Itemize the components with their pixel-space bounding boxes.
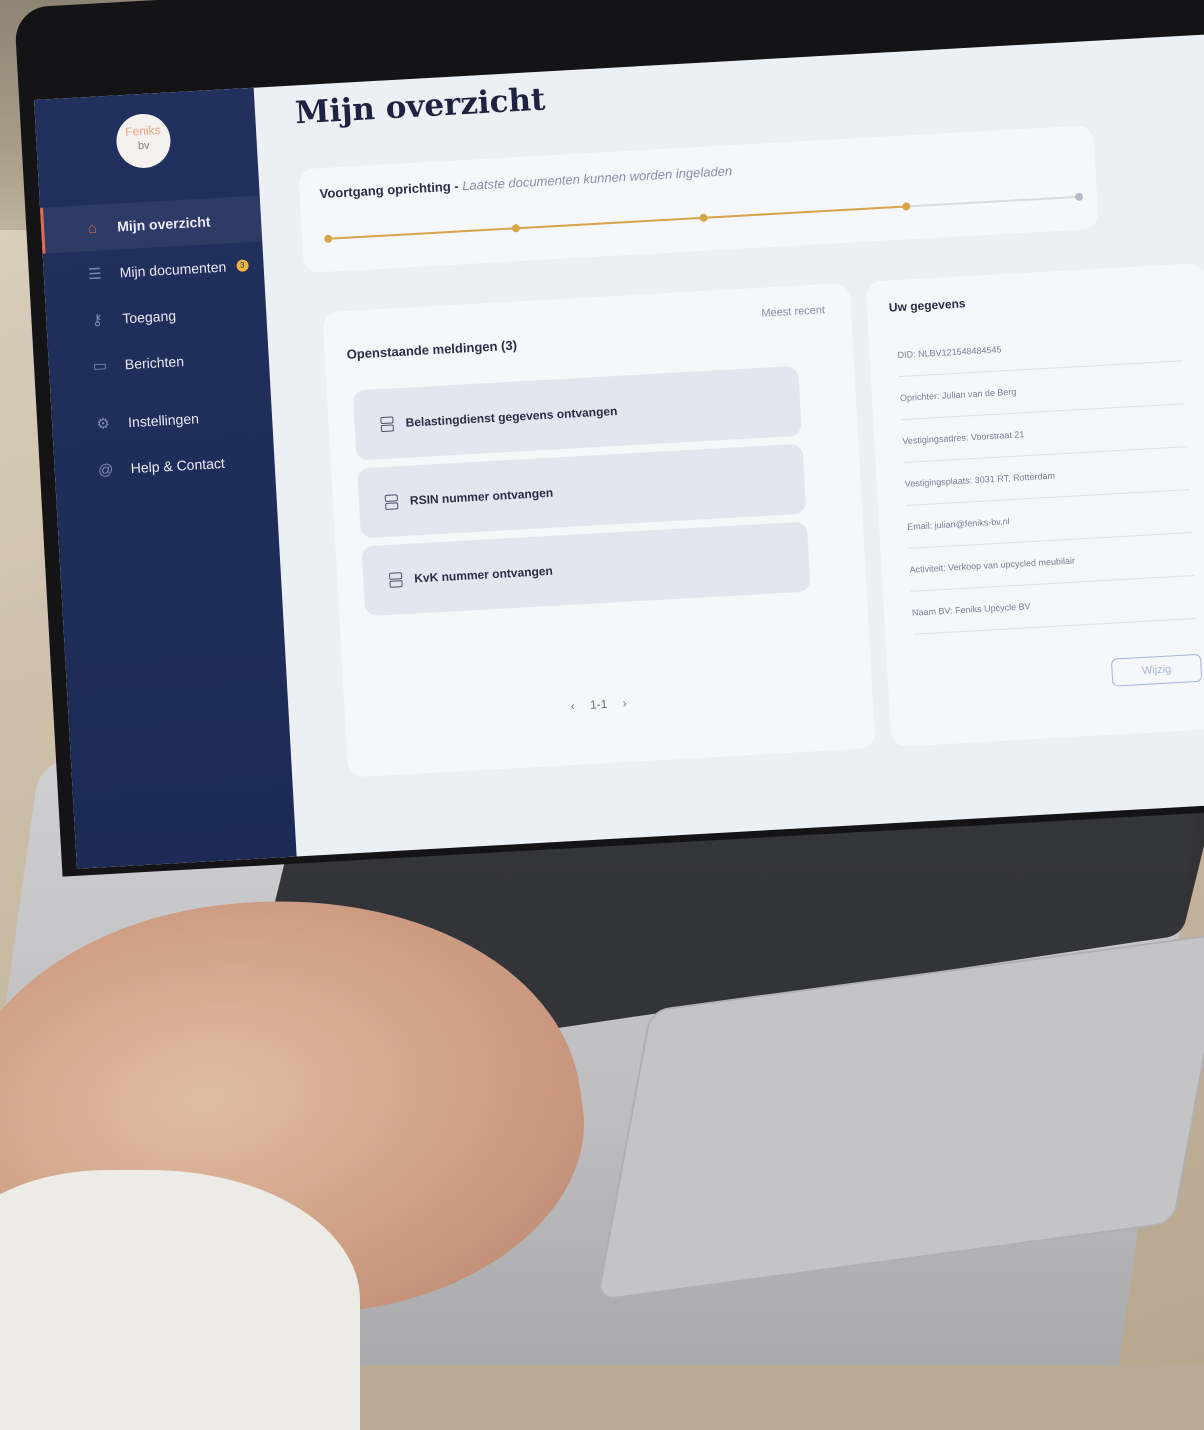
notification-label: RSIN nummer ontvangen (409, 485, 554, 508)
document-icon (388, 571, 403, 589)
notification-label: Belastingdienst gegevens ontvangen (405, 403, 618, 430)
progress-title: Voortgang oprichting - Laatste documente… (319, 163, 732, 201)
prev-page-button[interactable]: ‹ (570, 699, 575, 713)
brand-name: Feniks (124, 122, 161, 139)
progress-label: Voortgang oprichting - (319, 178, 463, 202)
notification-item[interactable]: RSIN nummer ontvangen (357, 443, 807, 539)
notifications-list: Belastingdienst gegevens ontvangen RSIN … (352, 365, 811, 625)
sidebar-item-label: Mijn documenten (119, 258, 227, 281)
details-card: Uw gegevens DID: NLBV121548484545 Oprich… (865, 262, 1204, 748)
progress-step-marker (511, 224, 521, 233)
progress-step-marker (1074, 192, 1084, 202)
sidebar-nav: ⌂ Mijn overzicht ☰ Mijn documenten 3 ⚷ T… (40, 195, 276, 496)
document-icon (380, 415, 395, 433)
notification-item[interactable]: Belastingdienst gegevens ontvangen (352, 365, 802, 461)
sidebar-item-label: Instellingen (127, 410, 200, 431)
gear-icon: ⚙ (96, 415, 111, 434)
at-icon: @ (97, 460, 114, 479)
sidebar-item-label: Toegang (121, 307, 177, 327)
key-icon: ⚷ (91, 311, 104, 330)
sidebar-item-label: Mijn overzicht (116, 213, 211, 235)
documents-icon: ☰ (87, 265, 103, 284)
pagination: ‹ 1-1 › (564, 696, 633, 714)
notifications-card: Openstaande meldingen (3) Meest recent B… (322, 282, 876, 778)
notification-label: KvK nummer ontvangen (413, 563, 554, 586)
details-title: Uw gegevens (888, 296, 966, 315)
app-screen: Feniks bv ⌂ Mijn overzicht ☰ Mijn docume… (34, 34, 1204, 869)
edit-button[interactable]: Wijzig (1110, 653, 1203, 687)
notification-item[interactable]: KvK nummer ontvangen (361, 521, 811, 617)
progress-step-marker (323, 234, 333, 244)
documents-count-badge: 3 (235, 259, 249, 272)
sidebar-item-label: Berichten (124, 353, 185, 373)
next-page-button[interactable]: › (622, 696, 627, 710)
document-icon (384, 493, 399, 511)
page-title: Mijn overzicht (294, 81, 547, 132)
details-list: DID: NLBV121548484545 Oprichter: Julian … (896, 318, 1197, 635)
notifications-title: Openstaande meldingen (3) (346, 337, 518, 362)
brand-suffix: bv (137, 139, 150, 153)
progress-fill (328, 205, 907, 240)
sidebar: Feniks bv ⌂ Mijn overzicht ☰ Mijn docume… (34, 87, 297, 869)
chat-icon: ▭ (92, 357, 108, 376)
progress-card: Voortgang oprichting - Laatste documente… (298, 124, 1099, 274)
progress-step-marker (902, 202, 911, 211)
progress-track (323, 192, 1084, 244)
sidebar-item-label: Help & Contact (130, 454, 226, 477)
brand-logo[interactable]: Feniks bv (114, 112, 172, 170)
sort-dropdown[interactable]: Meest recent (761, 304, 825, 320)
main-content: Mijn overzicht Voortgang oprichting - La… (254, 35, 1204, 857)
progress-subtitle: Laatste documenten kunnen worden ingelad… (461, 163, 733, 194)
page-indicator: 1-1 (589, 696, 608, 712)
progress-step-marker (699, 213, 708, 223)
home-icon: ⌂ (87, 219, 98, 237)
